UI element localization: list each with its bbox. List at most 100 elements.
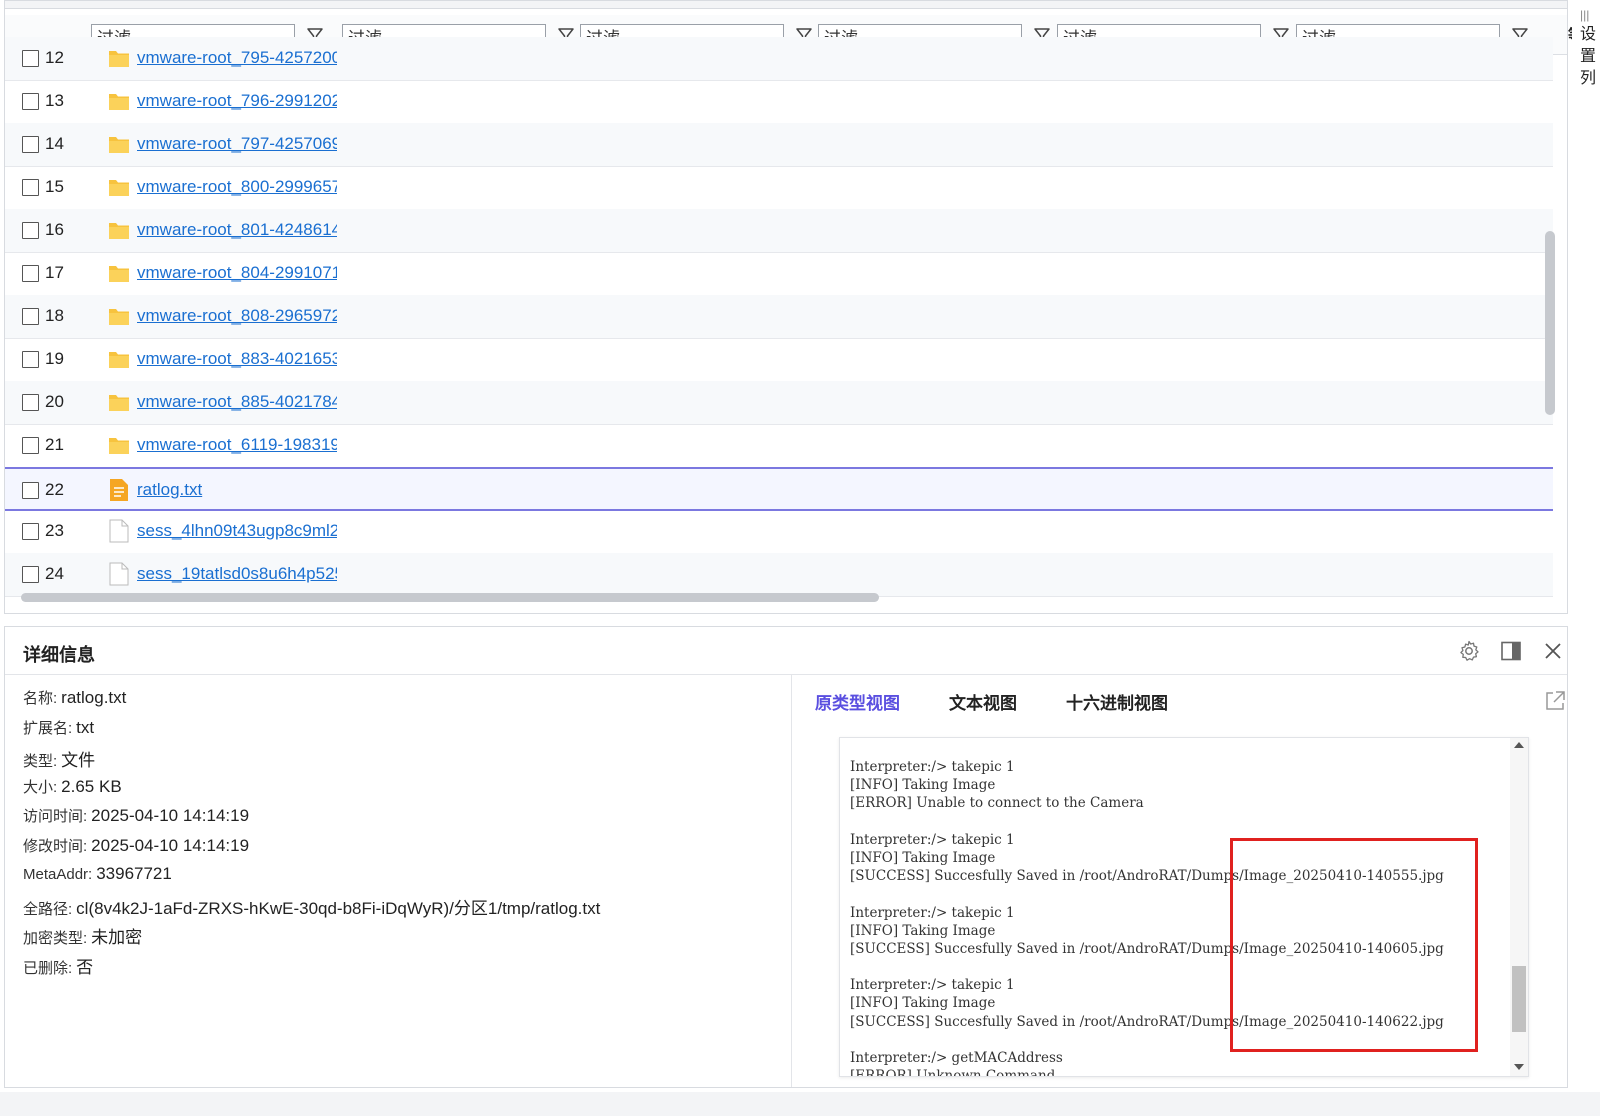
property-key: MetaAddr:	[23, 866, 93, 883]
folder-icon	[108, 132, 130, 156]
file-name-link[interactable]: sess_19tatlsd0s8u6h4p525s	[137, 564, 337, 584]
open-external-icon[interactable]	[1543, 689, 1567, 713]
row-number: 22	[45, 480, 64, 499]
folder-icon	[108, 218, 130, 242]
side-label: 设	[1580, 26, 1597, 43]
property-key: 全路径:	[23, 900, 73, 918]
panel-divider	[791, 675, 792, 1087]
tab-original-view[interactable]: 原类型视图	[815, 689, 900, 714]
text-scroll-thumb[interactable]	[1512, 966, 1526, 1032]
row-checkbox[interactable]	[22, 566, 39, 583]
property-key: 加密类型:	[23, 930, 88, 947]
row-number: 14	[45, 134, 64, 153]
property-row: 名称: ratlog.txt	[23, 687, 126, 708]
property-key: 扩展名:	[23, 719, 73, 737]
property-key: 名称:	[23, 690, 58, 707]
row-checkbox[interactable]	[22, 222, 39, 239]
table-row[interactable]: 12 vmware-root_795-4257200	[5, 37, 1553, 81]
tab-hex-view[interactable]: 十六进制视图	[1066, 689, 1168, 714]
horizontal-scrollbar[interactable]	[21, 593, 879, 602]
table-row[interactable]: 21 vmware-root_6119-198319	[5, 424, 1553, 468]
file-name-link[interactable]: sess_4lhn09t43ugp8c9ml2e	[137, 521, 337, 541]
scroll-up-icon[interactable]	[1514, 742, 1524, 748]
property-key: 大小:	[23, 778, 58, 796]
vertical-scrollbar[interactable]	[1545, 231, 1555, 415]
folder-icon	[108, 347, 130, 371]
gear-icon[interactable]	[1457, 639, 1481, 663]
details-title: 详细信息	[23, 645, 95, 665]
table-row[interactable]: 14 vmware-root_797-4257069	[5, 123, 1553, 167]
blank-file-icon	[108, 519, 130, 543]
row-number: 13	[45, 91, 64, 110]
side-label: 置	[1580, 48, 1597, 65]
column-settings-strip[interactable]: ||| 设 置 列	[1572, 0, 1600, 620]
scroll-down-icon[interactable]	[1514, 1064, 1524, 1070]
file-name-link[interactable]: vmware-root_6119-198319	[137, 435, 337, 455]
property-key: 已删除:	[23, 959, 73, 977]
file-name-link[interactable]: vmware-root_804-2991071	[137, 263, 337, 283]
table-row[interactable]: 19 vmware-root_883-4021653	[5, 338, 1553, 382]
table-row[interactable]: 18 vmware-root_808-2965972	[5, 295, 1553, 339]
tab-text-view[interactable]: 文本视图	[949, 689, 1017, 714]
row-number: 24	[45, 564, 64, 583]
row-number: 20	[45, 392, 64, 411]
row-checkbox[interactable]	[22, 136, 39, 153]
row-checkbox[interactable]	[22, 482, 39, 499]
file-name-link[interactable]: vmware-root_800-2999657	[137, 177, 337, 197]
row-number: 21	[45, 435, 64, 454]
file-name-link[interactable]: vmware-root_885-4021784	[137, 392, 337, 412]
table-row[interactable]: 22 ratlog.txt	[5, 467, 1553, 511]
status-strip	[0, 1092, 1600, 1116]
file-name-link[interactable]: ratlog.txt	[137, 480, 337, 500]
details-header: 详细信息	[5, 627, 1567, 675]
property-key: 访问时间:	[23, 808, 88, 825]
columns-icon[interactable]: |||	[1580, 4, 1600, 26]
row-number: 16	[45, 220, 64, 239]
folder-icon	[108, 390, 130, 414]
table-row[interactable]: 17 vmware-root_804-2991071	[5, 252, 1553, 296]
table-row[interactable]: 16 vmware-root_801-4248614	[5, 209, 1553, 253]
table-row[interactable]: 13 vmware-root_796-2991202	[5, 80, 1553, 124]
folder-icon	[108, 89, 130, 113]
property-key: 类型:	[23, 753, 58, 770]
row-checkbox[interactable]	[22, 93, 39, 110]
row-checkbox[interactable]	[22, 351, 39, 368]
file-name-link[interactable]: vmware-root_883-4021653	[137, 349, 337, 369]
property-row: MetaAddr: 33967721	[23, 864, 172, 884]
property-value: 否	[76, 957, 94, 977]
file-name-link[interactable]: vmware-root_808-2965972	[137, 306, 337, 326]
table-row[interactable]: 24 sess_19tatlsd0s8u6h4p525s	[5, 553, 1553, 597]
table-row[interactable]: 15 vmware-root_800-2999657	[5, 166, 1553, 210]
row-checkbox[interactable]	[22, 437, 39, 454]
row-number: 17	[45, 263, 64, 282]
property-row: 加密类型: 未加密	[23, 923, 142, 948]
property-value: 2025-04-10 14:14:19	[91, 835, 250, 855]
row-checkbox[interactable]	[22, 265, 39, 282]
close-icon[interactable]	[1541, 639, 1565, 663]
row-checkbox[interactable]	[22, 179, 39, 196]
text-line: Interpreter:/> takepic 1	[850, 759, 1015, 775]
property-row: 类型: 文件	[23, 746, 95, 771]
row-number: 15	[45, 177, 64, 196]
property-value: 33967721	[96, 864, 172, 883]
text-scrollbar[interactable]	[1510, 738, 1528, 1076]
table-row[interactable]: 20 vmware-root_885-4021784	[5, 381, 1553, 425]
row-checkbox[interactable]	[22, 523, 39, 540]
property-value: 未加密	[91, 928, 143, 947]
property-value: 2.65 KB	[61, 776, 122, 796]
highlight-annotation	[1230, 838, 1478, 1052]
table-row[interactable]: 23 sess_4lhn09t43ugp8c9ml2e	[5, 510, 1553, 554]
row-checkbox[interactable]	[22, 394, 39, 411]
file-name-link[interactable]: vmware-root_795-4257200	[137, 48, 337, 68]
property-value: txt	[76, 717, 95, 737]
row-checkbox[interactable]	[22, 50, 39, 67]
text-line: [INFO] Taking Image	[850, 777, 996, 794]
property-row: 扩展名: txt	[23, 717, 94, 738]
row-number: 12	[45, 48, 64, 67]
split-panel-icon[interactable]	[1499, 639, 1523, 663]
row-checkbox[interactable]	[22, 308, 39, 325]
file-name-link[interactable]: vmware-root_801-4248614	[137, 220, 337, 240]
file-name-link[interactable]: vmware-root_796-2991202	[137, 91, 337, 111]
forensic-app: 12 vmware-root_795-4257200 13 vmware-root_7…	[0, 0, 1600, 1116]
file-name-link[interactable]: vmware-root_797-4257069	[137, 134, 337, 154]
